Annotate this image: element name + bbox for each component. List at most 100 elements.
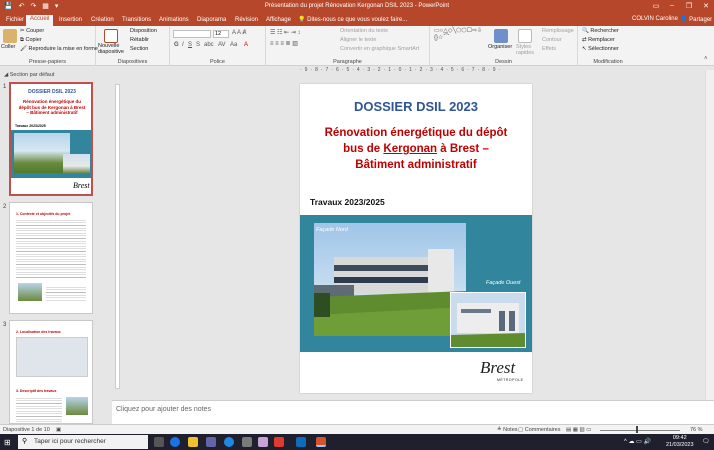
- taskbar-search[interactable]: ⚲ Taper ici pour rechercher: [18, 435, 148, 449]
- slide-canvas[interactable]: DOSSIER DSIL 2023 Rénovation énergétique…: [300, 84, 532, 393]
- tab-accueil[interactable]: Accueil: [26, 15, 54, 26]
- layout-button[interactable]: Disposition: [130, 28, 157, 34]
- font-color-icon[interactable]: A: [244, 42, 248, 48]
- zoom-slider[interactable]: [600, 430, 680, 431]
- windows-start-icon[interactable]: ⊞: [4, 438, 11, 447]
- tell-me-search[interactable]: 💡 Dites-nous ce que vous voulez faire...: [298, 16, 407, 23]
- case-icon[interactable]: Aa: [230, 42, 237, 48]
- outlook-icon[interactable]: [296, 437, 306, 447]
- task-view-icon[interactable]: [154, 437, 164, 447]
- shapes-gallery-icon[interactable]: ▭○△◇╲⬠⬡☐⇨⇩{}☆⌒: [434, 28, 486, 42]
- tab-revision[interactable]: Révision: [231, 16, 262, 24]
- align-text-button[interactable]: Aligner le texte: [340, 37, 376, 43]
- italic-icon[interactable]: I: [182, 42, 184, 48]
- spellcheck-icon[interactable]: ▣: [56, 427, 61, 433]
- collapse-ribbon-icon[interactable]: ˄: [704, 56, 708, 62]
- paste-icon[interactable]: [3, 29, 17, 43]
- chrome-icon[interactable]: [224, 437, 234, 447]
- text-direction-button[interactable]: Orientation du texte: [340, 28, 388, 34]
- group-slides: Nouvelle diapositive Disposition Rétabli…: [96, 26, 170, 66]
- tab-fichier[interactable]: Fichier: [2, 16, 28, 24]
- taskbar: ⊞ ⚲ Taper ici pour rechercher ^ ☁ ▭ 🔊 09…: [0, 434, 714, 450]
- works-period[interactable]: Travaux 2023/2025: [310, 197, 385, 207]
- close-button[interactable]: ✕: [700, 2, 712, 10]
- new-slide-button[interactable]: Nouvelle diapositive: [98, 43, 130, 55]
- subtitle-line-2-post: à Brest –: [437, 143, 489, 155]
- share-button[interactable]: 👤 Partager: [680, 16, 712, 23]
- notifications-icon[interactable]: 🗨: [702, 438, 710, 445]
- remote-desktop-icon[interactable]: [258, 437, 268, 447]
- bullets-icon[interactable]: ☰ ☷ ⇤ ⇥ ↕: [270, 29, 300, 36]
- font-name-input[interactable]: [173, 30, 211, 38]
- comments-toggle[interactable]: ▢ Commentaires: [518, 427, 561, 433]
- bold-icon[interactable]: G: [174, 42, 179, 48]
- find-button[interactable]: 🔍 Rechercher: [582, 28, 619, 34]
- new-slide-icon[interactable]: [104, 29, 118, 43]
- slide-thumbnail-3[interactable]: 2. Localisation des travaux 3. Descripti…: [9, 320, 93, 424]
- slide-subtitle[interactable]: Rénovation énergétique du dépôt bus de K…: [308, 125, 524, 173]
- slide-thumbnail-1[interactable]: DOSSIER DSIL 2023 Rénovation énergétique…: [9, 82, 93, 196]
- tray-icons[interactable]: ^ ☁ ▭ 🔊: [624, 438, 651, 445]
- maximize-button[interactable]: ❐: [683, 2, 695, 10]
- taskbar-search-icon: ⚲: [22, 438, 28, 445]
- smartart-button[interactable]: Convertir en graphique SmartArt: [340, 46, 419, 52]
- group-drawing: ▭○△◇╲⬠⬡☐⇨⇩{}☆⌒ Organiser Styles rapides …: [430, 26, 578, 66]
- tab-transitions[interactable]: Transitions: [118, 16, 155, 24]
- clock-date: 21/03/2023: [666, 442, 694, 448]
- explorer-icon[interactable]: [188, 437, 198, 447]
- west-facade-photo[interactable]: [450, 292, 526, 348]
- view-buttons[interactable]: ▤ ▦ ▥ ▭: [566, 427, 591, 433]
- fill-button[interactable]: Remplissage: [542, 28, 574, 34]
- format-painter-button[interactable]: 🖌 Reproduire la mise en forme: [20, 46, 98, 52]
- copy-button[interactable]: ⧉ Copier: [20, 37, 42, 44]
- thumb2-heading: 1. Contexte et objectifs du projet: [16, 212, 71, 216]
- quick-styles-button[interactable]: Styles rapides: [516, 44, 534, 56]
- app-icon[interactable]: [242, 437, 252, 447]
- ribbon-display-icon[interactable]: ▭: [650, 2, 662, 10]
- slide-thumbnail-2[interactable]: 1. Contexte et objectifs du projet: [9, 202, 93, 314]
- section-header[interactable]: ◢ Section par défaut: [4, 72, 54, 78]
- cut-label: Couper: [26, 28, 45, 34]
- vertical-scrollbar[interactable]: [705, 70, 714, 400]
- select-button[interactable]: ↖ Sélectionner: [582, 46, 619, 52]
- reset-button[interactable]: Rétablir: [130, 37, 149, 43]
- quick-styles-icon[interactable]: [518, 29, 532, 43]
- replace-button[interactable]: ⇄ Remplacer: [582, 37, 615, 43]
- zoom-level[interactable]: 76 %: [690, 427, 703, 433]
- zoom-thumb[interactable]: [636, 426, 638, 433]
- underline-icon[interactable]: S: [188, 42, 192, 48]
- font-size-input[interactable]: 12: [213, 30, 229, 38]
- tab-diaporama[interactable]: Diaporama: [193, 16, 230, 24]
- slide-title[interactable]: DOSSIER DSIL 2023: [300, 99, 532, 114]
- section-button[interactable]: Section: [130, 46, 148, 52]
- shadow-icon[interactable]: S: [196, 42, 200, 48]
- tab-creation[interactable]: Création: [87, 16, 118, 24]
- edge-icon[interactable]: [170, 437, 180, 447]
- group-font: 12 A A Ⱥ G I S S abc AV Aa A Police: [170, 26, 266, 66]
- thumb1-photo: [14, 133, 70, 173]
- minimize-button[interactable]: –: [666, 2, 678, 9]
- format-painter-label: Reproduire la mise en forme: [28, 46, 98, 52]
- spacing-icon[interactable]: AV: [218, 42, 226, 48]
- pdf-icon[interactable]: [274, 437, 284, 447]
- teams-icon[interactable]: [206, 437, 216, 447]
- font-grow-icon[interactable]: A A Ⱥ: [232, 30, 246, 36]
- clock[interactable]: 09:42 21/03/2023: [666, 435, 694, 449]
- group-clipboard: Coller ✂ Couper ⧉ Copier 🖌 Reproduire la…: [0, 26, 98, 66]
- arrange-icon[interactable]: [494, 29, 508, 43]
- powerpoint-icon[interactable]: [316, 437, 326, 447]
- tab-insertion[interactable]: Insertion: [55, 16, 86, 24]
- north-facade-photo[interactable]: [314, 223, 466, 336]
- strike-icon[interactable]: abc: [204, 42, 214, 48]
- cut-button[interactable]: ✂ Couper: [20, 28, 44, 34]
- arrange-button[interactable]: Organiser: [488, 44, 512, 50]
- tab-affichage[interactable]: Affichage: [262, 16, 295, 24]
- effects-button[interactable]: Effets: [542, 46, 556, 52]
- notes-toggle[interactable]: ≜ Notes: [497, 427, 518, 433]
- paste-button[interactable]: Coller: [1, 44, 15, 50]
- notes-pane[interactable]: Cliquez pour ajouter des notes: [112, 400, 714, 424]
- user-name[interactable]: COLVIN Caroline: [632, 16, 678, 22]
- tab-animations[interactable]: Animations: [155, 16, 193, 24]
- outline-button[interactable]: Contour: [542, 37, 562, 43]
- align-icons[interactable]: ≡ ≡ ≡ ≣ ▥: [270, 40, 298, 47]
